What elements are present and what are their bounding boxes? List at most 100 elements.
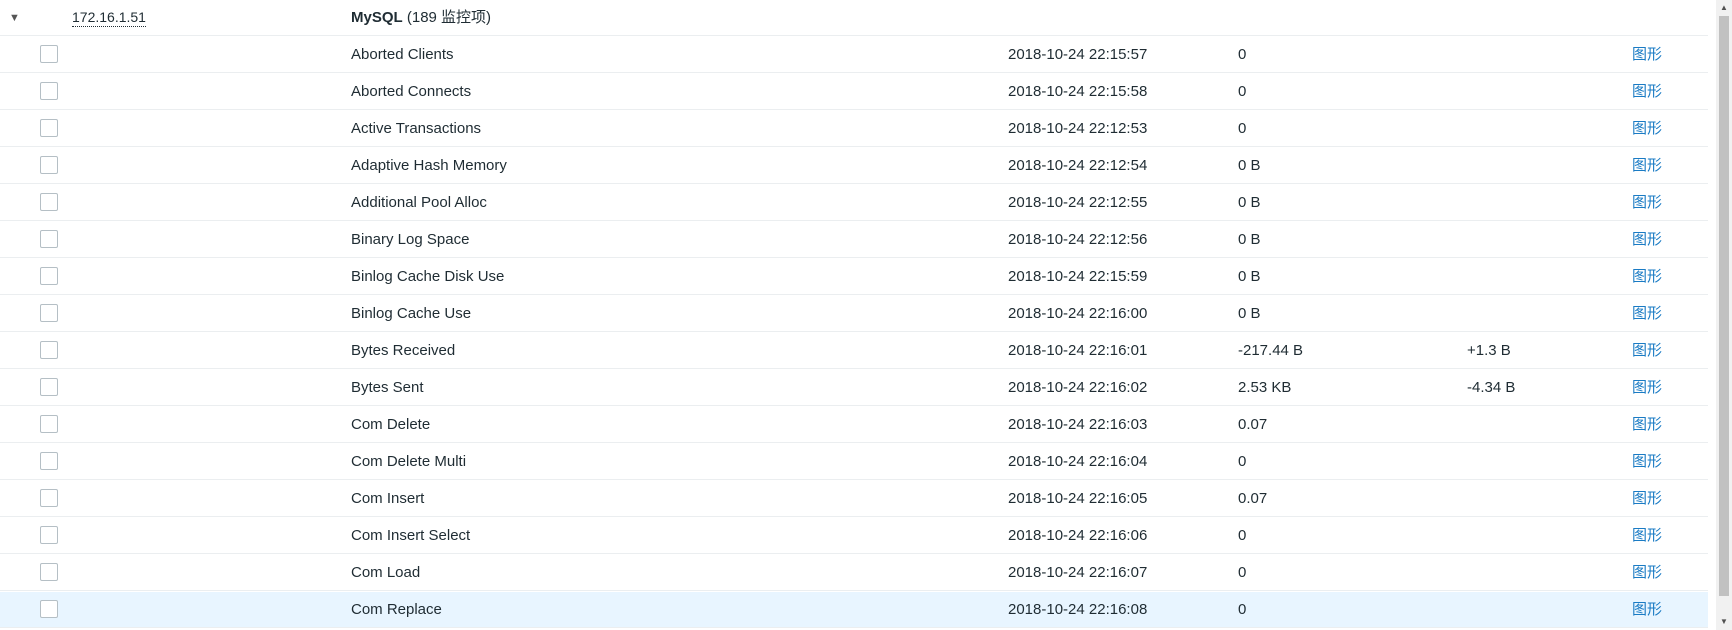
row-checkbox[interactable] [40,82,58,100]
item-name: Binlog Cache Use [351,305,472,322]
last-check-time: 2018-10-24 22:15:59 [1008,268,1148,285]
row-checkbox[interactable] [40,267,58,285]
item-name: Bytes Sent [351,379,424,396]
last-check-time: 2018-10-24 22:16:00 [1008,305,1148,322]
graph-link[interactable]: 图形 [1632,259,1662,295]
row-checkbox[interactable] [40,526,58,544]
last-value: 0 [1238,527,1247,544]
last-value: 0 [1238,453,1247,470]
last-check-time: 2018-10-24 22:12:53 [1008,120,1148,137]
last-check-time: 2018-10-24 22:15:58 [1008,83,1148,100]
last-value: -217.44 B [1238,342,1304,359]
table-row: Binary Log Space 2018-10-24 22:12:56 0 B 图形 [0,222,1708,258]
item-name: Binlog Cache Disk Use [351,268,505,285]
graph-link[interactable]: 图形 [1632,592,1662,628]
item-name: Com Load [351,564,421,581]
last-value: 0 [1238,83,1247,100]
graph-link[interactable]: 图形 [1632,370,1662,406]
table-row: Additional Pool Alloc 2018-10-24 22:12:55… [0,185,1708,221]
table-row: Com Insert Select 2018-10-24 22:16:06 0 图形 [0,518,1708,554]
host-group-row: ▼ 172.16.1.51 MySQL (189 监控项) [0,0,1708,36]
latest-data-table: ▼ 172.16.1.51 MySQL (189 监控项) Aborted Cl… [0,0,1716,630]
scroll-thumb[interactable] [1719,16,1729,596]
row-checkbox[interactable] [40,378,58,396]
graph-link[interactable]: 图形 [1632,518,1662,554]
row-checkbox[interactable] [40,230,58,248]
table-row: Active Transactions 2018-10-24 22:12:53 0 图… [0,111,1708,147]
last-check-time: 2018-10-24 22:12:54 [1008,157,1148,174]
last-value: 0.07 [1238,490,1268,507]
last-value: 2.53 KB [1238,379,1292,396]
scroll-up-icon[interactable]: ▲ [1716,0,1732,16]
row-checkbox[interactable] [40,341,58,359]
table-row: Bytes Sent 2018-10-24 22:16:02 2.53 KB -4.3… [0,370,1708,406]
table-row: Adaptive Hash Memory 2018-10-24 22:12:54 0… [0,148,1708,184]
row-checkbox[interactable] [40,119,58,137]
item-name: Bytes Received [351,342,456,359]
table-row: Aborted Connects 2018-10-24 22:15:58 0 图形 [0,74,1708,110]
item-name: Aborted Connects [351,83,472,100]
table-row: Com Delete Multi 2018-10-24 22:16:04 0 图形 [0,444,1708,480]
graph-link[interactable]: 图形 [1632,333,1662,369]
item-name: Adaptive Hash Memory [351,157,507,174]
table-row: Com Delete 2018-10-24 22:16:03 0.07 图形 [0,407,1708,443]
table-row: Binlog Cache Disk Use 2018-10-24 22:15:59… [0,259,1708,295]
row-checkbox[interactable] [40,600,58,618]
last-value: 0 [1238,120,1247,137]
last-value: 0 [1238,601,1247,618]
row-checkbox[interactable] [40,304,58,322]
last-check-time: 2018-10-24 22:12:56 [1008,231,1148,248]
item-name: Binary Log Space [351,231,470,248]
last-check-time: 2018-10-24 22:16:06 [1008,527,1148,544]
application-name: MySQL [351,9,403,26]
last-check-time: 2018-10-24 22:16:07 [1008,564,1148,581]
last-value: 0 [1238,564,1247,581]
graph-link[interactable]: 图形 [1632,148,1662,184]
last-check-time: 2018-10-24 22:16:04 [1008,453,1148,470]
graph-link[interactable]: 图形 [1632,555,1662,591]
application-header: MySQL (189 监控项) [351,0,491,36]
graph-link[interactable]: 图形 [1632,481,1662,517]
last-value: 0 B [1238,268,1261,285]
host-link[interactable]: 172.16.1.51 [72,8,146,27]
last-check-time: 2018-10-24 22:16:05 [1008,490,1148,507]
graph-link[interactable]: 图形 [1632,185,1662,221]
value-change: -4.34 B [1467,379,1516,396]
row-checkbox[interactable] [40,156,58,174]
table-row: Com Insert 2018-10-24 22:16:05 0.07 图形 [0,481,1708,517]
graph-link[interactable]: 图形 [1632,74,1662,110]
graph-link[interactable]: 图形 [1632,407,1662,443]
table-row: Aborted Clients 2018-10-24 22:15:57 0 图形 [0,37,1708,73]
table-row: Com Replace 2018-10-24 22:16:08 0 图形 [0,592,1708,628]
graph-link[interactable]: 图形 [1632,222,1662,258]
row-checkbox[interactable] [40,193,58,211]
item-name: Aborted Clients [351,46,454,63]
row-checkbox[interactable] [40,563,58,581]
row-checkbox[interactable] [40,452,58,470]
collapse-toggle-icon[interactable]: ▼ [9,0,21,36]
item-name: Com Delete [351,416,431,433]
item-name: Active Transactions [351,120,482,137]
vertical-scrollbar[interactable]: ▲ ▼ [1716,0,1732,630]
last-value: 0 [1238,46,1247,63]
table-row: Binlog Cache Use 2018-10-24 22:16:00 0 B 图形 [0,296,1708,332]
graph-link[interactable]: 图形 [1632,37,1662,73]
graph-link[interactable]: 图形 [1632,444,1662,480]
value-change: +1.3 B [1467,342,1511,359]
last-value: 0 B [1238,194,1261,211]
row-checkbox[interactable] [40,415,58,433]
item-name: Com Replace [351,601,442,618]
item-name: Additional Pool Alloc [351,194,487,211]
graph-link[interactable]: 图形 [1632,296,1662,332]
last-value: 0.07 [1238,416,1268,433]
last-check-time: 2018-10-24 22:12:55 [1008,194,1148,211]
scroll-down-icon[interactable]: ▼ [1716,614,1732,630]
table-row: Com Load 2018-10-24 22:16:07 0 图形 [0,555,1708,591]
last-value: 0 B [1238,157,1261,174]
application-item-count: (189 监控项) [406,9,492,26]
graph-link[interactable]: 图形 [1632,111,1662,147]
last-check-time: 2018-10-24 22:16:02 [1008,379,1148,396]
row-checkbox[interactable] [40,45,58,63]
row-checkbox[interactable] [40,489,58,507]
last-check-time: 2018-10-24 22:16:03 [1008,416,1148,433]
